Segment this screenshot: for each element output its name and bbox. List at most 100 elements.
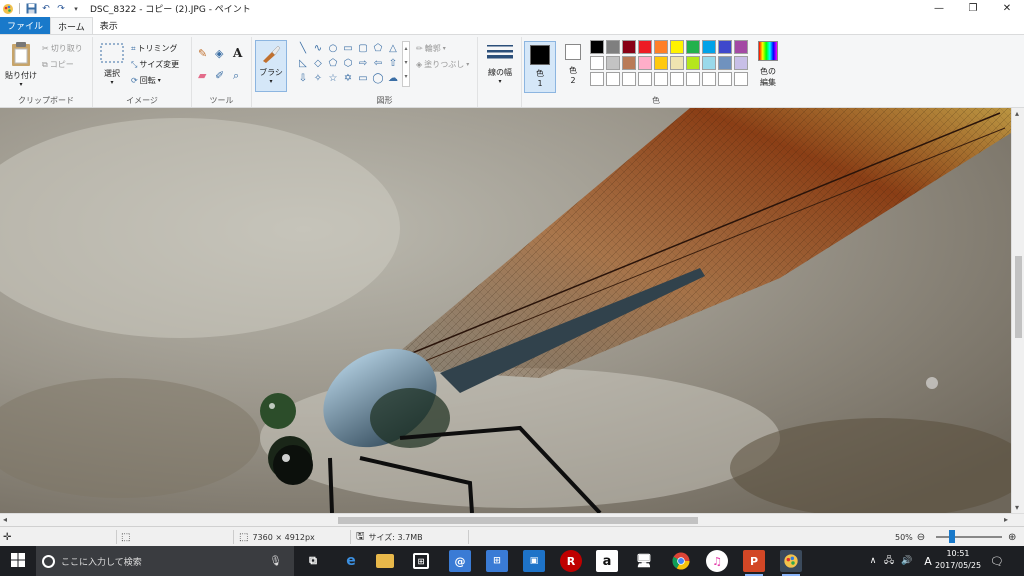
calendar-app-icon[interactable]: ⊞ (486, 550, 508, 572)
brush-button[interactable]: ブラシ ▾ (255, 40, 287, 92)
canvas-area[interactable]: ▴ ▾ (0, 108, 1024, 513)
notification-icon[interactable]: 🗨 (990, 555, 1004, 568)
palette-swatch[interactable] (654, 72, 668, 86)
palette-swatch[interactable] (670, 40, 684, 54)
right-arrow-shape-icon[interactable]: ⇨ (356, 56, 370, 70)
taskbar-search[interactable]: ここに入力して検索 🎙 (36, 546, 294, 576)
resize-button[interactable]: ⤡ サイズ変更 (131, 59, 179, 70)
left-arrow-shape-icon[interactable]: ⇦ (371, 56, 385, 70)
show-hidden-icons[interactable]: ∧ (866, 556, 880, 566)
vertical-scrollbar[interactable]: ▴ ▾ (1011, 108, 1024, 513)
mail-icon[interactable]: @ (449, 550, 471, 572)
fill-icon[interactable]: ◈ (215, 47, 223, 60)
palette-swatch[interactable] (702, 56, 716, 70)
edit-colors-button[interactable]: 色の 編集 (754, 41, 782, 88)
palette-swatch[interactable] (734, 56, 748, 70)
cut-button[interactable]: ✂ 切り取り (42, 43, 83, 54)
save-icon[interactable] (25, 3, 37, 15)
palette-swatch[interactable] (718, 56, 732, 70)
microphone-icon[interactable]: 🎙 (269, 556, 282, 567)
scroll-up-icon[interactable]: ▴ (1015, 109, 1019, 118)
polygon-shape-icon[interactable]: ⬠ (371, 41, 385, 55)
palette-swatch[interactable] (686, 72, 700, 86)
rectangle-shape-icon[interactable]: ▭ (341, 41, 355, 55)
maximize-button[interactable]: ❐ (956, 0, 990, 17)
palette-swatch[interactable] (622, 56, 636, 70)
photos-app-icon[interactable]: ▣ (523, 550, 545, 572)
palette-swatch[interactable] (622, 72, 636, 86)
outline-button[interactable]: ✏ 輪郭 ▾ (416, 43, 446, 54)
palette-swatch[interactable] (686, 40, 700, 54)
chrome-icon[interactable] (670, 550, 692, 572)
five-point-star-shape-icon[interactable]: ☆ (326, 71, 340, 85)
amazon-icon[interactable]: a (596, 550, 618, 572)
oval-shape-icon[interactable]: ○ (326, 41, 340, 55)
callout-oval-shape-icon[interactable]: ◯ (371, 71, 385, 85)
pencil-icon[interactable]: ✎ (198, 47, 207, 60)
search-input[interactable]: ここに入力して検索 (61, 555, 142, 568)
taskbar-clock[interactable]: 10:51 2017/05/25 (930, 548, 986, 572)
shapes-scroll[interactable]: ▴ ▾ ▾ (402, 41, 410, 87)
palette-swatch[interactable] (590, 40, 604, 54)
palette-swatch[interactable] (606, 56, 620, 70)
pentagon-shape-icon[interactable]: ⬠ (326, 56, 340, 70)
color1-button[interactable]: 色 1 (524, 41, 556, 93)
palette-swatch[interactable] (686, 56, 700, 70)
horizontal-scroll-thumb[interactable] (338, 517, 698, 524)
four-point-star-shape-icon[interactable]: ✧ (311, 71, 325, 85)
task-view-icon[interactable]: ⧉ (302, 550, 324, 572)
rotate-button[interactable]: ⟳ 回転 ▾ (131, 75, 161, 86)
palette-swatch[interactable] (622, 40, 636, 54)
photo-canvas[interactable] (0, 108, 1011, 513)
zoom-slider-thumb[interactable] (949, 530, 955, 543)
select-button[interactable]: 選択 ▾ (97, 43, 127, 86)
palette-swatch[interactable] (606, 40, 620, 54)
tab-file[interactable]: ファイル (0, 17, 51, 34)
palette-swatch[interactable] (734, 72, 748, 86)
palette-swatch[interactable] (590, 72, 604, 86)
palette-swatch[interactable] (590, 56, 604, 70)
tab-home[interactable]: ホーム (50, 17, 93, 34)
paint-app-icon[interactable] (2, 3, 14, 15)
start-button[interactable] (0, 546, 36, 576)
palette-swatch[interactable] (670, 72, 684, 86)
store-icon[interactable]: ⊞ (413, 553, 429, 569)
undo-icon[interactable]: ↶ (40, 3, 52, 15)
paste-button[interactable]: 貼り付け ▾ (3, 41, 39, 88)
palette-swatch[interactable] (638, 40, 652, 54)
close-button[interactable]: ✕ (990, 0, 1024, 17)
palette-swatch[interactable] (670, 56, 684, 70)
edge-browser-icon[interactable]: e (340, 550, 362, 572)
size-button[interactable]: 線の幅 ▾ (482, 43, 518, 85)
computer-app-icon[interactable]: 🖥 (633, 550, 655, 572)
rounded-rectangle-shape-icon[interactable]: ▢ (356, 41, 370, 55)
zoom-slider-track[interactable] (936, 536, 1002, 538)
hexagon-shape-icon[interactable]: ⬡ (341, 56, 355, 70)
callout-cloud-shape-icon[interactable]: ☁ (386, 71, 400, 85)
text-icon[interactable]: A (233, 46, 242, 60)
magnifier-icon[interactable]: ⌕ (233, 69, 239, 83)
powerpoint-icon[interactable]: P (743, 550, 765, 576)
palette-swatch[interactable] (702, 72, 716, 86)
curve-shape-icon[interactable]: ∿ (311, 41, 325, 55)
up-arrow-shape-icon[interactable]: ⇧ (386, 56, 400, 70)
eraser-icon[interactable]: ▰ (198, 69, 206, 82)
palette-swatch[interactable] (638, 72, 652, 86)
scroll-down-icon[interactable]: ▾ (1015, 503, 1019, 512)
fill-button[interactable]: ◈ 塗りつぶし ▾ (416, 59, 469, 70)
redo-icon[interactable]: ↷ (55, 3, 67, 15)
network-icon[interactable]: 🖧 (880, 553, 898, 569)
down-arrow-shape-icon[interactable]: ⇩ (296, 71, 310, 85)
crop-button[interactable]: ⌗ トリミング (131, 43, 178, 54)
line-shape-icon[interactable]: ╲ (296, 41, 310, 55)
diamond-shape-icon[interactable]: ◇ (311, 56, 325, 70)
color-picker-icon[interactable]: ✐ (215, 69, 224, 82)
scroll-left-icon[interactable]: ◂ (3, 515, 7, 524)
callout-rect-shape-icon[interactable]: ▭ (356, 71, 370, 85)
color2-button[interactable]: 色 2 (559, 44, 587, 85)
scroll-right-icon[interactable]: ▸ (1004, 515, 1008, 524)
minimize-button[interactable]: — (922, 0, 956, 17)
horizontal-scrollbar[interactable]: ◂ ▸ (0, 513, 1024, 526)
palette-swatch[interactable] (654, 56, 668, 70)
zoom-out-icon[interactable]: ⊖ (917, 532, 925, 543)
